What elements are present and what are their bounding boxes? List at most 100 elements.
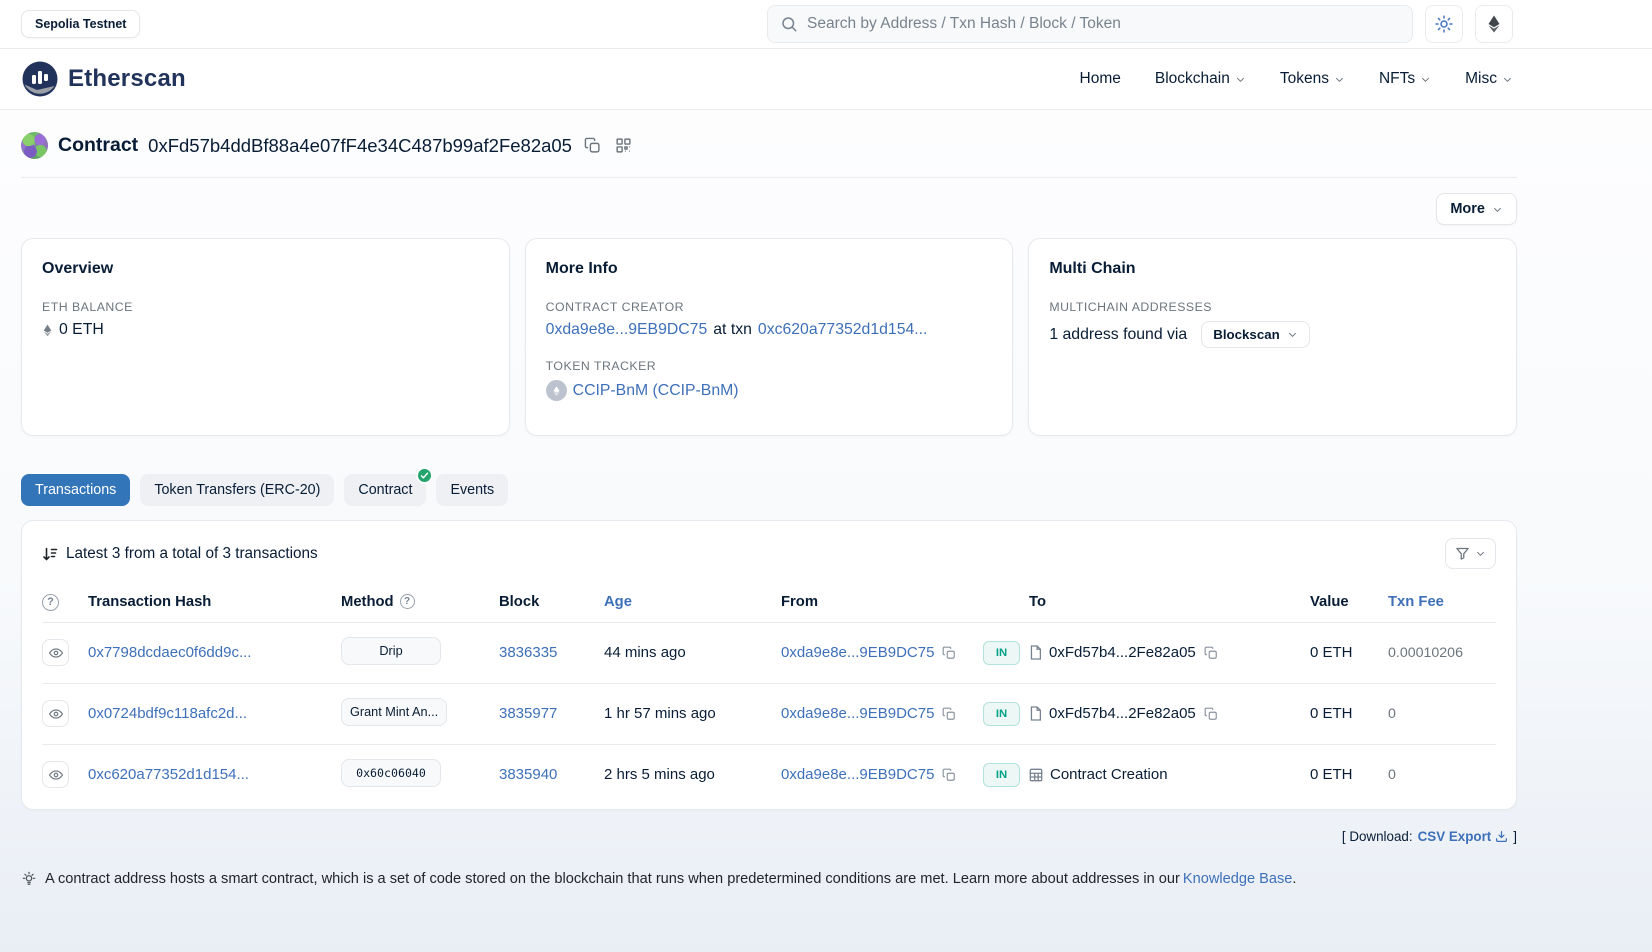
direction-badge: IN [983,763,1020,787]
sort-icon [42,546,58,562]
txn-age: 44 mins ago [604,622,781,683]
from-address-link[interactable]: 0xda9e8e...9EB9DC75 [781,705,934,722]
col-from: From [781,582,983,622]
more-button[interactable]: More [1436,193,1517,225]
table-row: 0x7798dcdaec0f6dd9c... Drip 3836335 44 m… [42,622,1496,683]
eye-icon [49,646,63,660]
eye-icon [49,707,63,721]
col-value: Value [1310,582,1388,622]
sun-icon [1435,15,1453,33]
txn-preview-eye-button[interactable] [42,761,69,788]
chevron-down-icon [1334,74,1345,85]
verified-check-icon [416,467,433,484]
summary-cards: Overview ETH BALANCE 0 ETH More Info CON… [21,238,1517,436]
help-icon[interactable]: ? [400,594,415,609]
multi-chain-card: Multi Chain MULTICHAIN ADDRESSES 1 addre… [1028,238,1517,436]
from-address-link[interactable]: 0xda9e8e...9EB9DC75 [781,766,934,783]
tab-bar: Transactions Token Transfers (ERC-20) Co… [21,474,1517,506]
block-link[interactable]: 3835977 [499,705,557,722]
txn-hash-link[interactable]: 0x0724bdf9c118afc2d... [88,705,247,722]
table-row: 0x0724bdf9c118afc2d... Grant Mint An... … [42,683,1496,744]
col-txn-fee[interactable]: Txn Fee [1388,582,1496,622]
theme-toggle-button[interactable] [1425,5,1463,43]
creation-txn-link[interactable]: 0xc620a77352d1d154... [758,321,928,339]
csv-export-link[interactable]: CSV Export [1418,829,1509,844]
from-address-link[interactable]: 0xda9e8e...9EB9DC75 [781,644,934,661]
etherscan-logo-icon [21,60,59,98]
tab-contract[interactable]: Contract [344,474,426,506]
multichain-addresses-label: MULTICHAIN ADDRESSES [1049,300,1496,314]
main-header: Etherscan Home Blockchain Tokens NFTs Mi… [0,48,1652,110]
transactions-table: ? Transaction Hash Method ? Block Age Fr… [42,582,1496,805]
txn-fee: 0.00010206 [1388,622,1496,683]
col-age-toggle[interactable]: Age [604,582,781,622]
contract-footnote: A contract address hosts a smart contrac… [21,871,1517,887]
filter-funnel-icon [1455,546,1470,561]
nav-blockchain[interactable]: Blockchain [1155,70,1246,88]
copy-icon[interactable] [941,767,957,783]
transactions-panel: Latest 3 from a total of 3 transactions … [21,520,1517,810]
network-switch-button[interactable] [1475,5,1513,43]
creator-address-link[interactable]: 0xda9e8e...9EB9DC75 [546,321,708,339]
contract-address: 0xFd57b4ddBf88a4e07fF4e34C487b99af2Fe82a… [148,135,572,157]
page-title: Contract [58,134,138,157]
ethereum-icon [1486,15,1502,33]
contract-avatar [21,132,48,159]
to-address: 0xFd57b4...2Fe82a05 [1049,705,1196,722]
direction-badge: IN [983,641,1020,665]
search-icon [780,15,798,33]
table-row: 0xc620a77352d1d154... 0x60c06040 3835940… [42,744,1496,805]
txn-hash-link[interactable]: 0x7798dcdaec0f6dd9c... [88,644,251,661]
filter-button[interactable] [1445,538,1496,569]
tab-token-transfers[interactable]: Token Transfers (ERC-20) [140,474,334,506]
token-logo-icon [546,380,567,401]
help-icon[interactable]: ? [42,594,59,611]
copy-address-button[interactable] [582,135,603,156]
copy-icon[interactable] [941,645,957,661]
qr-code-button[interactable] [613,135,634,156]
overview-card: Overview ETH BALANCE 0 ETH [21,238,510,436]
method-badge: Drip [341,637,441,665]
download-prefix: [ Download: [1342,829,1413,844]
token-tracker-link[interactable]: CCIP-BnM (CCIP-BnM) [573,382,739,400]
txn-value: 0 ETH [1310,744,1388,805]
chevron-down-icon [1475,548,1486,559]
nav-misc[interactable]: Misc [1465,70,1513,88]
nav-nfts[interactable]: NFTs [1379,70,1431,88]
token-tracker-label: TOKEN TRACKER [546,359,993,373]
to-address: Contract Creation [1050,766,1168,783]
contract-header: Contract 0xFd57b4ddBf88a4e07fF4e34C487b9… [21,110,1517,159]
portfolio-source-select[interactable]: Blockscan [1201,321,1310,348]
col-block: Block [499,582,604,622]
tab-transactions[interactable]: Transactions [21,474,130,506]
eth-balance-label: ETH BALANCE [42,300,489,314]
block-link[interactable]: 3836335 [499,644,557,661]
knowledge-base-link[interactable]: Knowledge Base [1183,871,1293,887]
txn-hash-link[interactable]: 0xc620a77352d1d154... [88,766,249,783]
method-badge: Grant Mint An... [341,698,447,726]
txn-age: 1 hr 57 mins ago [604,683,781,744]
col-method: Method ? [341,582,499,622]
nav-tokens[interactable]: Tokens [1280,70,1345,88]
more-info-card: More Info CONTRACT CREATOR 0xda9e8e...9E… [525,238,1014,436]
main-nav: Home Blockchain Tokens NFTs Misc [1080,70,1513,88]
block-link[interactable]: 3835940 [499,766,557,783]
contract-creator-value: 0xda9e8e...9EB9DC75 at txn 0xc620a77352d… [546,321,993,339]
brand-logo[interactable]: Etherscan [21,60,186,98]
download-suffix: ] [1513,829,1517,844]
txn-value: 0 ETH [1310,683,1388,744]
search-input[interactable] [807,15,1400,33]
network-badge[interactable]: Sepolia Testnet [21,10,140,38]
copy-icon[interactable] [1203,706,1219,722]
chevron-down-icon [1235,74,1246,85]
download-row: [ Download: CSV Export ] [21,829,1517,844]
to-address: 0xFd57b4...2Fe82a05 [1049,644,1196,661]
tab-events[interactable]: Events [436,474,508,506]
copy-icon[interactable] [1203,645,1219,661]
transactions-summary: Latest 3 from a total of 3 transactions [42,545,318,563]
txn-preview-eye-button[interactable] [42,639,69,666]
copy-icon[interactable] [941,706,957,722]
txn-preview-eye-button[interactable] [42,700,69,727]
col-direction [983,582,1029,622]
nav-home[interactable]: Home [1080,70,1121,88]
